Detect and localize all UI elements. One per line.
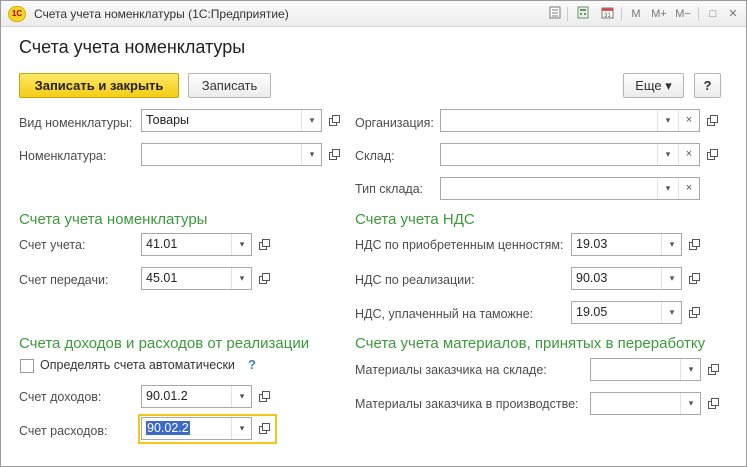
organization-label: Организация:	[355, 116, 434, 130]
account-label: Счет учета:	[19, 238, 86, 252]
chevron-down-icon[interactable]: ▾	[231, 418, 252, 439]
transfer-account-value: 45.01	[146, 271, 178, 285]
vat-purchased-value: 19.03	[576, 237, 608, 251]
doc-icon[interactable]	[546, 6, 564, 22]
materials-production-label: Материалы заказчика в производстве:	[355, 397, 579, 411]
open-icon[interactable]	[254, 419, 274, 439]
save-and-close-button[interactable]: Записать и закрыть	[19, 73, 179, 98]
chevron-down-icon[interactable]: ▾	[657, 110, 678, 131]
memory-plus-icon[interactable]: M+	[648, 6, 670, 22]
income-account-label: Счет доходов:	[19, 390, 102, 404]
chevron-down-icon[interactable]: ▾	[231, 268, 252, 289]
open-icon[interactable]	[254, 235, 274, 255]
chevron-down-icon[interactable]: ▾	[231, 234, 252, 255]
help-button[interactable]: ?	[694, 73, 721, 98]
vat-sales-field[interactable]: 90.03 ▾	[571, 267, 682, 290]
chevron-down-icon[interactable]: ▾	[231, 386, 252, 407]
open-icon[interactable]	[703, 394, 723, 414]
account-value: 41.01	[146, 237, 178, 251]
auto-accounts-checkbox[interactable]	[20, 359, 34, 373]
account-field[interactable]: 41.01 ▾	[141, 233, 252, 256]
help-icon[interactable]: ?	[248, 357, 256, 372]
item-accounts-section-title: Счета учета номенклатуры	[19, 211, 208, 228]
chevron-down-icon[interactable]: ▾	[661, 302, 682, 323]
warehouse-type-field[interactable]: ▾ ×	[440, 177, 700, 200]
toolbar-separator	[698, 7, 699, 21]
title-bar: 1С Счета учета номенклатуры (1С:Предприя…	[1, 1, 746, 27]
income-account-field[interactable]: 90.01.2 ▾	[141, 385, 252, 408]
open-icon[interactable]	[703, 360, 723, 380]
vat-sales-value: 90.03	[576, 271, 608, 285]
open-icon[interactable]	[684, 303, 704, 323]
window: 1С Счета учета номенклатуры (1С:Предприя…	[0, 0, 747, 467]
materials-production-field[interactable]: ▾	[590, 392, 701, 415]
vat-purchased-label: НДС по приобретенным ценностям:	[355, 238, 564, 252]
income-account-value: 90.01.2	[146, 389, 188, 403]
materials-section-title: Счета учета материалов, принятых в перер…	[355, 335, 706, 352]
close-icon[interactable]: ✕	[724, 6, 742, 22]
item-kind-label: Вид номенклатуры:	[19, 116, 133, 130]
item-field[interactable]: ▾	[141, 143, 322, 166]
open-icon[interactable]	[254, 387, 274, 407]
vat-accounts-section-title: Счета учета НДС	[355, 211, 475, 228]
warehouse-field[interactable]: ▾ ×	[440, 143, 700, 166]
warehouse-label: Склад:	[355, 149, 395, 163]
open-icon[interactable]	[324, 111, 344, 131]
memory-m-icon[interactable]: M	[627, 6, 645, 22]
chevron-down-icon[interactable]: ▾	[657, 178, 678, 199]
form-title: Счета учета номенклатуры	[19, 37, 246, 57]
clear-icon[interactable]: ×	[678, 144, 699, 165]
vat-customs-field[interactable]: 19.05 ▾	[571, 301, 682, 324]
open-icon[interactable]	[702, 145, 722, 165]
chevron-down-icon[interactable]: ▾	[680, 359, 701, 380]
chevron-down-icon[interactable]: ▾	[301, 144, 322, 165]
income-expense-section-title: Счета доходов и расходов от реализации	[19, 335, 310, 352]
chevron-down-icon[interactable]: ▾	[680, 393, 701, 414]
clear-icon[interactable]: ×	[678, 178, 699, 199]
auto-accounts-label[interactable]: Определять счета автоматически	[40, 358, 235, 372]
save-button[interactable]: Записать	[188, 73, 271, 98]
warehouse-type-label: Тип склада:	[355, 182, 424, 196]
item-label: Номенклатура:	[19, 149, 107, 163]
window-title: Счета учета номенклатуры (1С:Предприятие…	[34, 7, 289, 21]
chevron-down-icon[interactable]: ▾	[661, 268, 682, 289]
item-kind-value: Товары	[146, 113, 189, 127]
open-icon[interactable]	[684, 269, 704, 289]
chevron-down-icon[interactable]: ▾	[657, 144, 678, 165]
more-button[interactable]: Еще ▾	[623, 73, 684, 98]
vat-customs-label: НДС, уплаченный на таможне:	[355, 307, 534, 321]
expense-account-label: Счет расходов:	[19, 424, 108, 438]
vat-sales-label: НДС по реализации:	[355, 273, 475, 287]
materials-warehouse-field[interactable]: ▾	[590, 358, 701, 381]
open-icon[interactable]	[684, 235, 704, 255]
chevron-down-icon[interactable]: ▾	[661, 234, 682, 255]
vat-purchased-field[interactable]: 19.03 ▾	[571, 233, 682, 256]
expense-account-selected-text: 90.02.2	[146, 421, 190, 435]
vat-customs-value: 19.05	[576, 305, 608, 319]
transfer-account-label: Счет передачи:	[19, 273, 109, 287]
app-logo-icon: 1С	[8, 6, 26, 22]
open-icon[interactable]	[702, 111, 722, 131]
clear-icon[interactable]: ×	[678, 110, 699, 131]
maximize-icon[interactable]: □	[704, 6, 722, 22]
organization-field[interactable]: ▾ ×	[440, 109, 700, 132]
calculator-icon[interactable]	[574, 6, 592, 22]
transfer-account-field[interactable]: 45.01 ▾	[141, 267, 252, 290]
materials-warehouse-label: Материалы заказчика на складе:	[355, 363, 547, 377]
item-kind-field[interactable]: Товары ▾	[141, 109, 322, 132]
memory-minus-icon[interactable]: M−	[672, 6, 694, 22]
toolbar-separator	[567, 7, 568, 21]
open-icon[interactable]	[254, 269, 274, 289]
toolbar-separator	[621, 7, 622, 21]
calendar-icon[interactable]: 31	[598, 6, 616, 22]
expense-account-value: 90.02.2	[146, 421, 190, 435]
svg-text:31: 31	[604, 13, 611, 19]
chevron-down-icon[interactable]: ▾	[301, 110, 322, 131]
expense-account-field[interactable]: 90.02.2 ▾	[141, 417, 252, 440]
open-icon[interactable]	[324, 145, 344, 165]
